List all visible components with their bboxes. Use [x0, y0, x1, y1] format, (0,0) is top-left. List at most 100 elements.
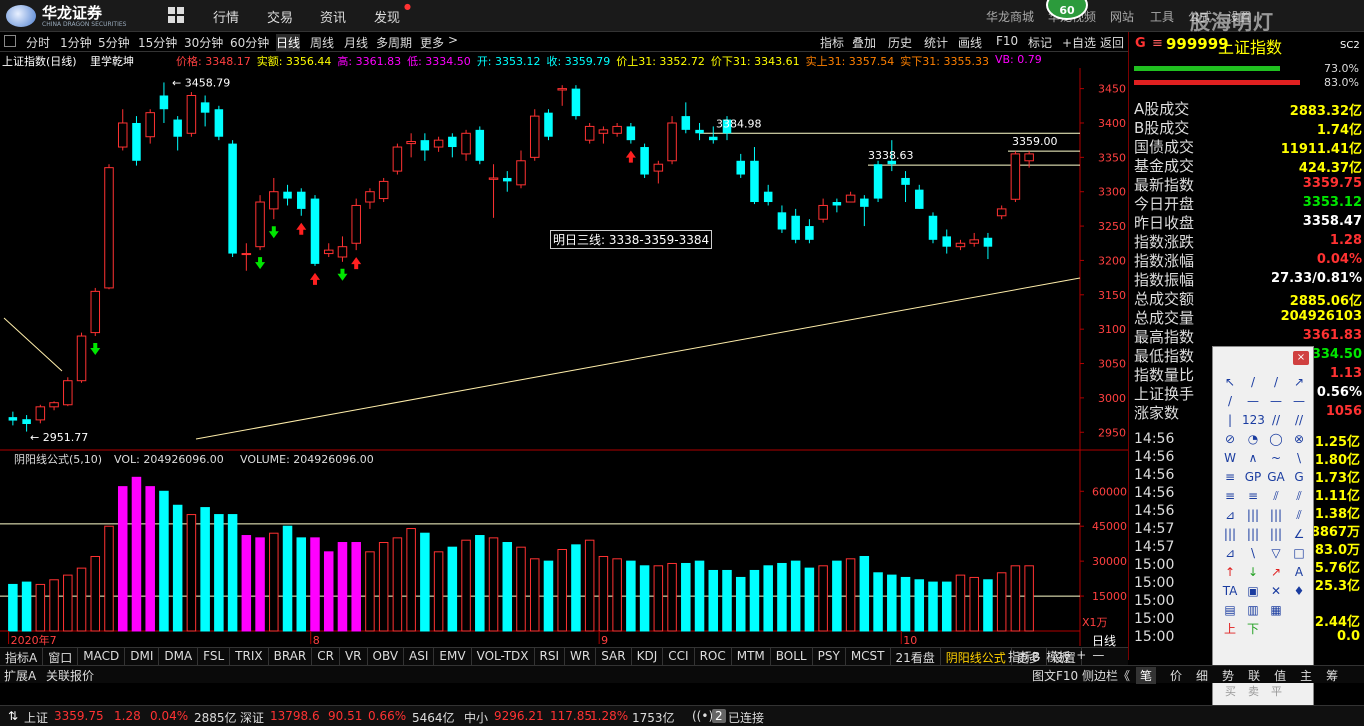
- draw-tool-icon[interactable]: —: [1242, 392, 1264, 411]
- draw-tool-icon[interactable]: [1265, 620, 1287, 639]
- draw-tool-icon[interactable]: \: [1242, 544, 1264, 563]
- draw-tool-icon[interactable]: /: [1219, 392, 1241, 411]
- trade-action-1[interactable]: 卖: [1248, 683, 1259, 699]
- menu-lines-icon[interactable]: ≡: [1152, 36, 1163, 51]
- indicator-tab[interactable]: KDJ: [632, 648, 664, 665]
- indicator-tab[interactable]: MCST: [846, 648, 891, 665]
- draw-tool-icon[interactable]: |: [1219, 411, 1241, 430]
- indicator-tab[interactable]: VOL-TDX: [472, 648, 535, 665]
- chart-tool-7[interactable]: +自选: [1062, 34, 1096, 51]
- indicator-tab[interactable]: DMI: [125, 648, 160, 665]
- draw-tool-icon[interactable]: ◔: [1242, 430, 1264, 449]
- draw-tool-icon[interactable]: ✕: [1265, 582, 1287, 601]
- period-0[interactable]: 分时: [26, 34, 50, 51]
- draw-tool-icon[interactable]: ≡: [1219, 468, 1241, 487]
- period-7[interactable]: 周线: [310, 34, 334, 51]
- draw-tool-icon[interactable]: //: [1265, 411, 1287, 430]
- draw-tool-icon[interactable]: [1288, 620, 1310, 639]
- ext-tab[interactable]: 势: [1222, 667, 1234, 684]
- menu-trade[interactable]: 交易: [267, 7, 293, 26]
- draw-tool-icon[interactable]: GA: [1265, 468, 1287, 487]
- chart-tool-0[interactable]: 指标: [820, 34, 844, 51]
- indicator-tab[interactable]: TRIX: [230, 648, 269, 665]
- draw-tool-icon[interactable]: ⊿: [1219, 506, 1241, 525]
- indicator-right-item[interactable]: 指标B: [1008, 648, 1040, 665]
- indicator-tab[interactable]: SAR: [596, 648, 632, 665]
- menu-quotes[interactable]: 行情: [213, 7, 239, 26]
- draw-tool-icon[interactable]: \: [1288, 449, 1310, 468]
- draw-tool-icon[interactable]: 下: [1242, 620, 1264, 639]
- period-6[interactable]: 日线: [276, 34, 301, 51]
- period-9[interactable]: 多周期: [376, 34, 412, 51]
- indicator-tab[interactable]: ROC: [695, 648, 732, 665]
- chevron-right-icon[interactable]: >: [448, 33, 458, 47]
- indicator-tab[interactable]: CR: [312, 648, 340, 665]
- ext-tab[interactable]: 细: [1196, 667, 1208, 684]
- indicator-tab[interactable]: MTM: [732, 648, 771, 665]
- kline-chart[interactable]: 2950 3000 3050 3100 3150 3200 3250 3300 3350 3400…: [0, 68, 1128, 648]
- draw-tool-icon[interactable]: ∠: [1288, 525, 1310, 544]
- draw-tool-icon[interactable]: 123: [1242, 411, 1265, 430]
- chart-tool-1[interactable]: 叠加: [852, 34, 876, 51]
- indicator-tab[interactable]: 指标A: [0, 648, 44, 665]
- draw-tool-icon[interactable]: □: [1288, 544, 1310, 563]
- ext-tab[interactable]: 价: [1170, 667, 1182, 684]
- chart-tool-2[interactable]: 历史: [888, 34, 912, 51]
- draw-tool-icon[interactable]: |||: [1219, 525, 1241, 544]
- draw-tool-icon[interactable]: ↑: [1219, 563, 1241, 582]
- ext-tab[interactable]: 联: [1248, 667, 1260, 684]
- indicator-right-item[interactable]: —: [1092, 648, 1104, 665]
- indicator-tab[interactable]: BRAR: [269, 648, 313, 665]
- indicator-tab[interactable]: CCI: [663, 648, 695, 665]
- period-5[interactable]: 60分钟: [230, 34, 269, 51]
- ext-tab[interactable]: 值: [1274, 667, 1286, 684]
- menu-news[interactable]: 资讯: [320, 7, 346, 26]
- draw-tool-icon[interactable]: |||: [1242, 525, 1264, 544]
- draw-tool-icon[interactable]: ▦: [1265, 601, 1287, 620]
- indicator-tab[interactable]: ASI: [404, 648, 435, 665]
- indicator-tab[interactable]: 21看盘: [891, 648, 941, 665]
- apps-grid-icon[interactable]: [168, 7, 184, 23]
- draw-tool-icon[interactable]: —: [1288, 392, 1310, 411]
- draw-tool-icon[interactable]: ≡: [1219, 487, 1241, 506]
- indicator-tab[interactable]: PSY: [813, 648, 846, 665]
- period-4[interactable]: 30分钟: [184, 34, 223, 51]
- draw-tool-icon[interactable]: ▣: [1242, 582, 1264, 601]
- indicator-tab[interactable]: 阴阳线公式: [941, 648, 1012, 665]
- period-3[interactable]: 15分钟: [138, 34, 177, 51]
- indicator-right-item[interactable]: 模板: [1046, 648, 1070, 665]
- draw-tool-icon[interactable]: W: [1219, 449, 1241, 468]
- period-10[interactable]: 更多: [420, 34, 444, 51]
- related-quotes-button[interactable]: 关联报价: [46, 667, 94, 684]
- ext-a-button[interactable]: 扩展A: [4, 667, 36, 684]
- indicator-tab[interactable]: BOLL: [771, 648, 813, 665]
- indicator-tab[interactable]: WR: [565, 648, 597, 665]
- menu-discover[interactable]: 发现: [374, 7, 400, 26]
- period-8[interactable]: 月线: [344, 34, 368, 51]
- draw-tool-icon[interactable]: ≡: [1242, 487, 1264, 506]
- menu-mall[interactable]: 华龙商城: [986, 8, 1034, 25]
- chart-tool-4[interactable]: 画线: [958, 34, 982, 51]
- draw-tool-icon[interactable]: ⫽: [1288, 487, 1310, 506]
- draw-tool-icon[interactable]: /: [1242, 373, 1264, 392]
- draw-tool-icon[interactable]: GP: [1242, 468, 1264, 487]
- formula-name[interactable]: 里学乾坤: [90, 53, 134, 68]
- draw-tool-icon[interactable]: ♦: [1288, 582, 1310, 601]
- indicator-tab[interactable]: FSL: [198, 648, 231, 665]
- draw-tool-icon[interactable]: —: [1265, 392, 1287, 411]
- indicator-tab[interactable]: EMV: [434, 648, 472, 665]
- draw-tool-icon[interactable]: [1288, 601, 1310, 620]
- draw-tool-icon[interactable]: ⫽: [1288, 506, 1310, 525]
- draw-tool-icon[interactable]: ▤: [1219, 601, 1241, 620]
- draw-tool-icon[interactable]: ⫽: [1265, 487, 1287, 506]
- indicator-tab[interactable]: 窗口: [43, 648, 79, 665]
- chart-tool-8[interactable]: 返回: [1100, 34, 1124, 51]
- draw-tool-icon[interactable]: |||: [1265, 506, 1287, 525]
- ext-tab[interactable]: 筹: [1326, 667, 1338, 684]
- draw-tool-icon[interactable]: ↗: [1288, 373, 1310, 392]
- indicator-tab[interactable]: OBV: [368, 648, 405, 665]
- menu-tools[interactable]: 工具: [1150, 8, 1174, 25]
- period-1[interactable]: 1分钟: [60, 34, 92, 51]
- f10-button[interactable]: 图文F10: [1032, 667, 1078, 684]
- chart-tool-6[interactable]: 标记: [1028, 34, 1052, 51]
